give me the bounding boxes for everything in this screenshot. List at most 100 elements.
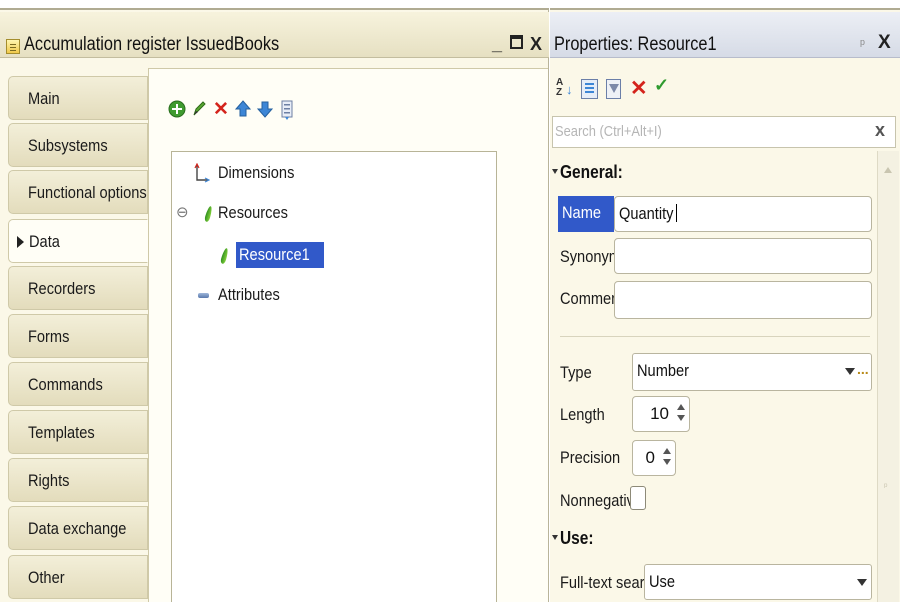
type-select-value: Number [637, 361, 690, 380]
properties-title: Properties: Resource1 [554, 34, 717, 55]
tab-other[interactable]: Other [8, 555, 148, 599]
comment-field[interactable] [614, 281, 872, 319]
sort-alphabetical-icon[interactable]: AZ [556, 78, 563, 98]
tab-recorders[interactable]: Recorders [8, 266, 148, 310]
close-properties-button[interactable]: X [878, 32, 891, 54]
minimize-button[interactable]: _ [492, 34, 502, 54]
window-top-border [0, 0, 549, 10]
fulltext-search-select[interactable]: Use [644, 564, 872, 600]
section-general-label: General: [560, 162, 623, 182]
tab-label: Subsystems [28, 136, 108, 155]
scroll-up-icon[interactable] [884, 167, 892, 173]
synonym-label: Synonym [560, 247, 621, 266]
name-field-value: Quantity [619, 204, 674, 223]
tree-label: Resources [218, 203, 288, 222]
properties-search-input[interactable]: Search (Ctrl+Alt+I) [552, 116, 896, 148]
editor-title-bar: Accumulation register IssuedBooks _ X [0, 12, 549, 58]
precision-spinner-icon[interactable] [660, 443, 674, 473]
tree-label: Attributes [218, 285, 280, 304]
add-icon[interactable] [167, 99, 187, 121]
edit-pencil-icon[interactable] [189, 99, 209, 121]
tab-label: Commands [28, 375, 103, 394]
tab-forms[interactable]: Forms [8, 314, 148, 358]
length-field[interactable]: 10 [632, 396, 690, 432]
section-collapse-icon [552, 535, 558, 540]
tab-label: Forms [28, 327, 70, 346]
delete-icon[interactable]: ✕ [211, 99, 231, 121]
categorized-view-icon[interactable] [581, 79, 598, 99]
pin-icon[interactable]: ᵖ [860, 36, 865, 51]
dropdown-arrow-icon[interactable] [845, 368, 855, 375]
clear-value-icon[interactable]: ✕ [630, 76, 648, 101]
sort-arrow-icon: ↓ [566, 82, 573, 97]
tab-main[interactable]: Main [8, 76, 148, 120]
maximize-icon [510, 35, 523, 49]
search-placeholder: Search (Ctrl+Alt+I) [555, 123, 662, 140]
name-field[interactable]: Quantity [614, 196, 872, 232]
type-select[interactable]: Number ... [632, 353, 872, 391]
register-document-icon [6, 39, 20, 54]
data-tab-content: ✕ Dimensions ⊖ Resources Resource1 Attri… [148, 68, 548, 602]
tree-label: Resource1 [239, 245, 310, 264]
panel-top-border [550, 0, 900, 10]
collapse-toggle-icon[interactable]: ⊖ [176, 200, 189, 226]
filter-properties-icon[interactable] [606, 79, 621, 99]
tab-label: Other [28, 568, 65, 587]
selected-node-highlight: Resource1 [236, 242, 325, 268]
fulltext-search-value: Use [649, 572, 676, 591]
editor-title: Accumulation register IssuedBooks [24, 34, 280, 55]
name-label: Name [558, 196, 614, 232]
tab-label: Data [29, 232, 60, 251]
maximize-button[interactable] [510, 32, 523, 53]
tab-rights[interactable]: Rights [8, 458, 148, 502]
section-divider [560, 336, 870, 337]
properties-title-bar: Properties: Resource1 ᵖ X [550, 12, 900, 58]
tab-label: Recorders [28, 279, 96, 298]
tab-label: Templates [28, 423, 95, 442]
section-use-label: Use: [560, 528, 594, 548]
length-label: Length [560, 405, 605, 424]
close-button[interactable]: X [530, 34, 542, 54]
properties-scrollbar[interactable]: ᵖ [877, 151, 899, 602]
tree-label: Dimensions [218, 163, 295, 182]
active-tab-arrow-icon [17, 236, 24, 248]
nonnegative-checkbox[interactable] [630, 486, 646, 510]
tab-label: Rights [28, 471, 70, 490]
sort-list-icon[interactable] [277, 99, 297, 121]
resource-leaf-icon [219, 247, 230, 265]
tab-label: Functional options [28, 183, 147, 202]
scroll-thumb[interactable]: ᵖ [884, 481, 887, 491]
tab-commands[interactable]: Commands [8, 362, 148, 406]
synonym-field[interactable] [614, 238, 872, 274]
tab-data[interactable]: Data [8, 219, 148, 263]
tab-templates[interactable]: Templates [8, 410, 148, 454]
dropdown-arrow-icon[interactable] [857, 579, 867, 586]
move-up-icon[interactable] [233, 99, 253, 121]
length-field-value: 10 [650, 404, 669, 423]
section-general[interactable]: General: [552, 162, 633, 183]
precision-field-value: 0 [645, 448, 655, 467]
dimensions-icon [194, 163, 210, 183]
precision-label: Precision [560, 448, 621, 467]
resource-leaf-icon [203, 205, 214, 223]
register-editor-window: Accumulation register IssuedBooks _ X Ma… [0, 0, 549, 602]
tab-subsystems[interactable]: Subsystems [8, 123, 148, 167]
properties-toolbar: AZ ↓ ✕ ✓ [550, 60, 900, 114]
clear-search-icon[interactable]: x [875, 120, 885, 141]
properties-panel: Properties: Resource1 ᵖ X AZ ↓ ✕ ✓ Searc… [550, 0, 900, 602]
confirm-value-icon[interactable]: ✓ [654, 75, 669, 96]
text-cursor [676, 204, 678, 222]
tab-label: Data exchange [28, 519, 127, 538]
tab-label: Main [28, 89, 60, 108]
section-use[interactable]: Use: [552, 528, 599, 549]
attributes-icon [198, 293, 209, 298]
precision-field[interactable]: 0 [632, 440, 676, 476]
tab-data-exchange[interactable]: Data exchange [8, 506, 148, 550]
type-more-button[interactable]: ... [857, 352, 869, 386]
type-label: Type [560, 363, 592, 382]
move-down-icon[interactable] [255, 99, 275, 121]
length-spinner-icon[interactable] [674, 399, 688, 429]
structure-tree: Dimensions ⊖ Resources Resource1 Attribu… [171, 151, 497, 602]
tab-functional-options[interactable]: Functional options [8, 170, 148, 214]
section-collapse-icon [552, 169, 558, 174]
